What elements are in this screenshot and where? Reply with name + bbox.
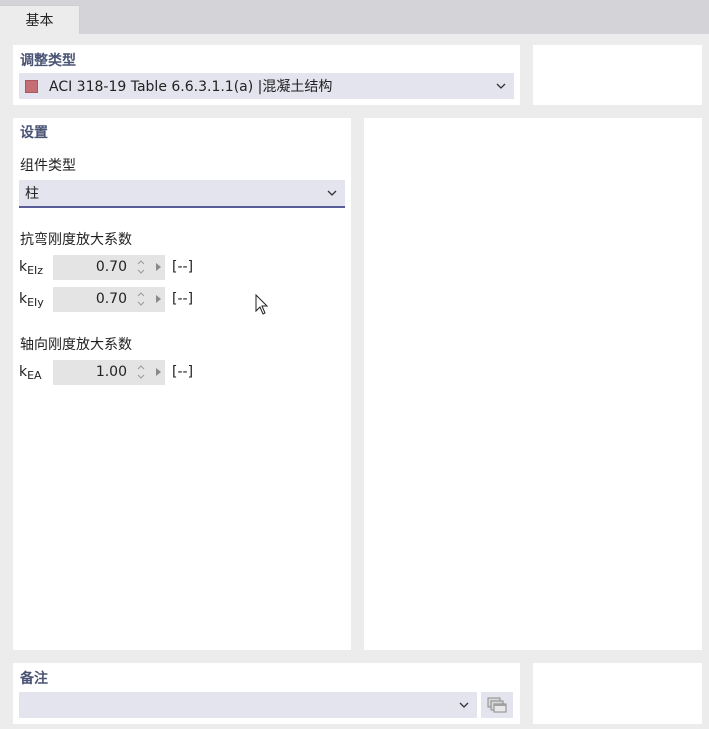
kEIz-unit: [--] bbox=[172, 259, 194, 275]
kEA-unit: [--] bbox=[172, 364, 194, 380]
flexural-factor-label: 抗弯刚度放大系数 bbox=[20, 232, 132, 248]
material-color-swatch bbox=[25, 79, 38, 93]
chevron-down-icon bbox=[459, 702, 469, 708]
kEIz-value: 0.70 bbox=[95, 259, 127, 275]
graphic-panel bbox=[364, 118, 702, 650]
play-right-icon[interactable] bbox=[155, 262, 162, 272]
mouse-pointer-icon bbox=[255, 294, 269, 315]
top-right-panel bbox=[533, 45, 702, 105]
adjustment-type-select[interactable]: ACI 318-19 Table 6.6.3.1.1(a) |混凝土结构 bbox=[19, 73, 514, 99]
settings-panel: 设置 组件类型 柱 抗弯刚度放大系数 kEIz 0.70 [--] kEIy 0… bbox=[13, 118, 351, 650]
adjustment-type-title: 调整类型 bbox=[20, 53, 76, 69]
kEIy-symbol: kEIy bbox=[19, 291, 44, 309]
chevron-down-icon bbox=[327, 190, 337, 196]
kEIy-spinbox[interactable]: 0.70 bbox=[53, 287, 165, 312]
adjustment-type-value: ACI 318-19 Table 6.6.3.1.1(a) |混凝土结构 bbox=[49, 79, 333, 95]
windows-stack-icon bbox=[487, 697, 507, 713]
play-right-icon[interactable] bbox=[155, 294, 162, 304]
kEA-symbol: kEA bbox=[19, 364, 42, 382]
spin-arrows-icon[interactable] bbox=[137, 290, 145, 308]
adjustment-type-panel: 调整类型 ACI 318-19 Table 6.6.3.1.1(a) |混凝土结… bbox=[13, 45, 520, 105]
comment-library-button[interactable] bbox=[481, 692, 513, 718]
kEIy-value: 0.70 bbox=[95, 291, 127, 307]
comment-select[interactable] bbox=[19, 692, 477, 718]
kEA-spinbox[interactable]: 1.00 bbox=[53, 360, 165, 385]
member-type-value: 柱 bbox=[25, 186, 39, 202]
spin-arrows-icon[interactable] bbox=[137, 258, 145, 276]
kEA-value: 1.00 bbox=[95, 364, 127, 380]
member-type-select[interactable]: 柱 bbox=[19, 180, 345, 208]
member-type-label: 组件类型 bbox=[20, 158, 76, 174]
kEIy-unit: [--] bbox=[172, 291, 194, 307]
settings-title: 设置 bbox=[20, 125, 48, 141]
comment-title: 备注 bbox=[20, 671, 48, 687]
kEIz-spinbox[interactable]: 0.70 bbox=[53, 255, 165, 280]
comment-panel: 备注 bbox=[13, 663, 520, 724]
tab-bar: 基本 bbox=[0, 0, 709, 34]
tab-basic[interactable]: 基本 bbox=[0, 5, 80, 34]
chevron-down-icon bbox=[496, 83, 506, 89]
bottom-right-panel bbox=[533, 663, 702, 724]
spin-arrows-icon[interactable] bbox=[137, 363, 145, 381]
play-right-icon[interactable] bbox=[155, 367, 162, 377]
kEIz-symbol: kEIz bbox=[19, 259, 44, 277]
axial-factor-label: 轴向刚度放大系数 bbox=[20, 337, 132, 353]
